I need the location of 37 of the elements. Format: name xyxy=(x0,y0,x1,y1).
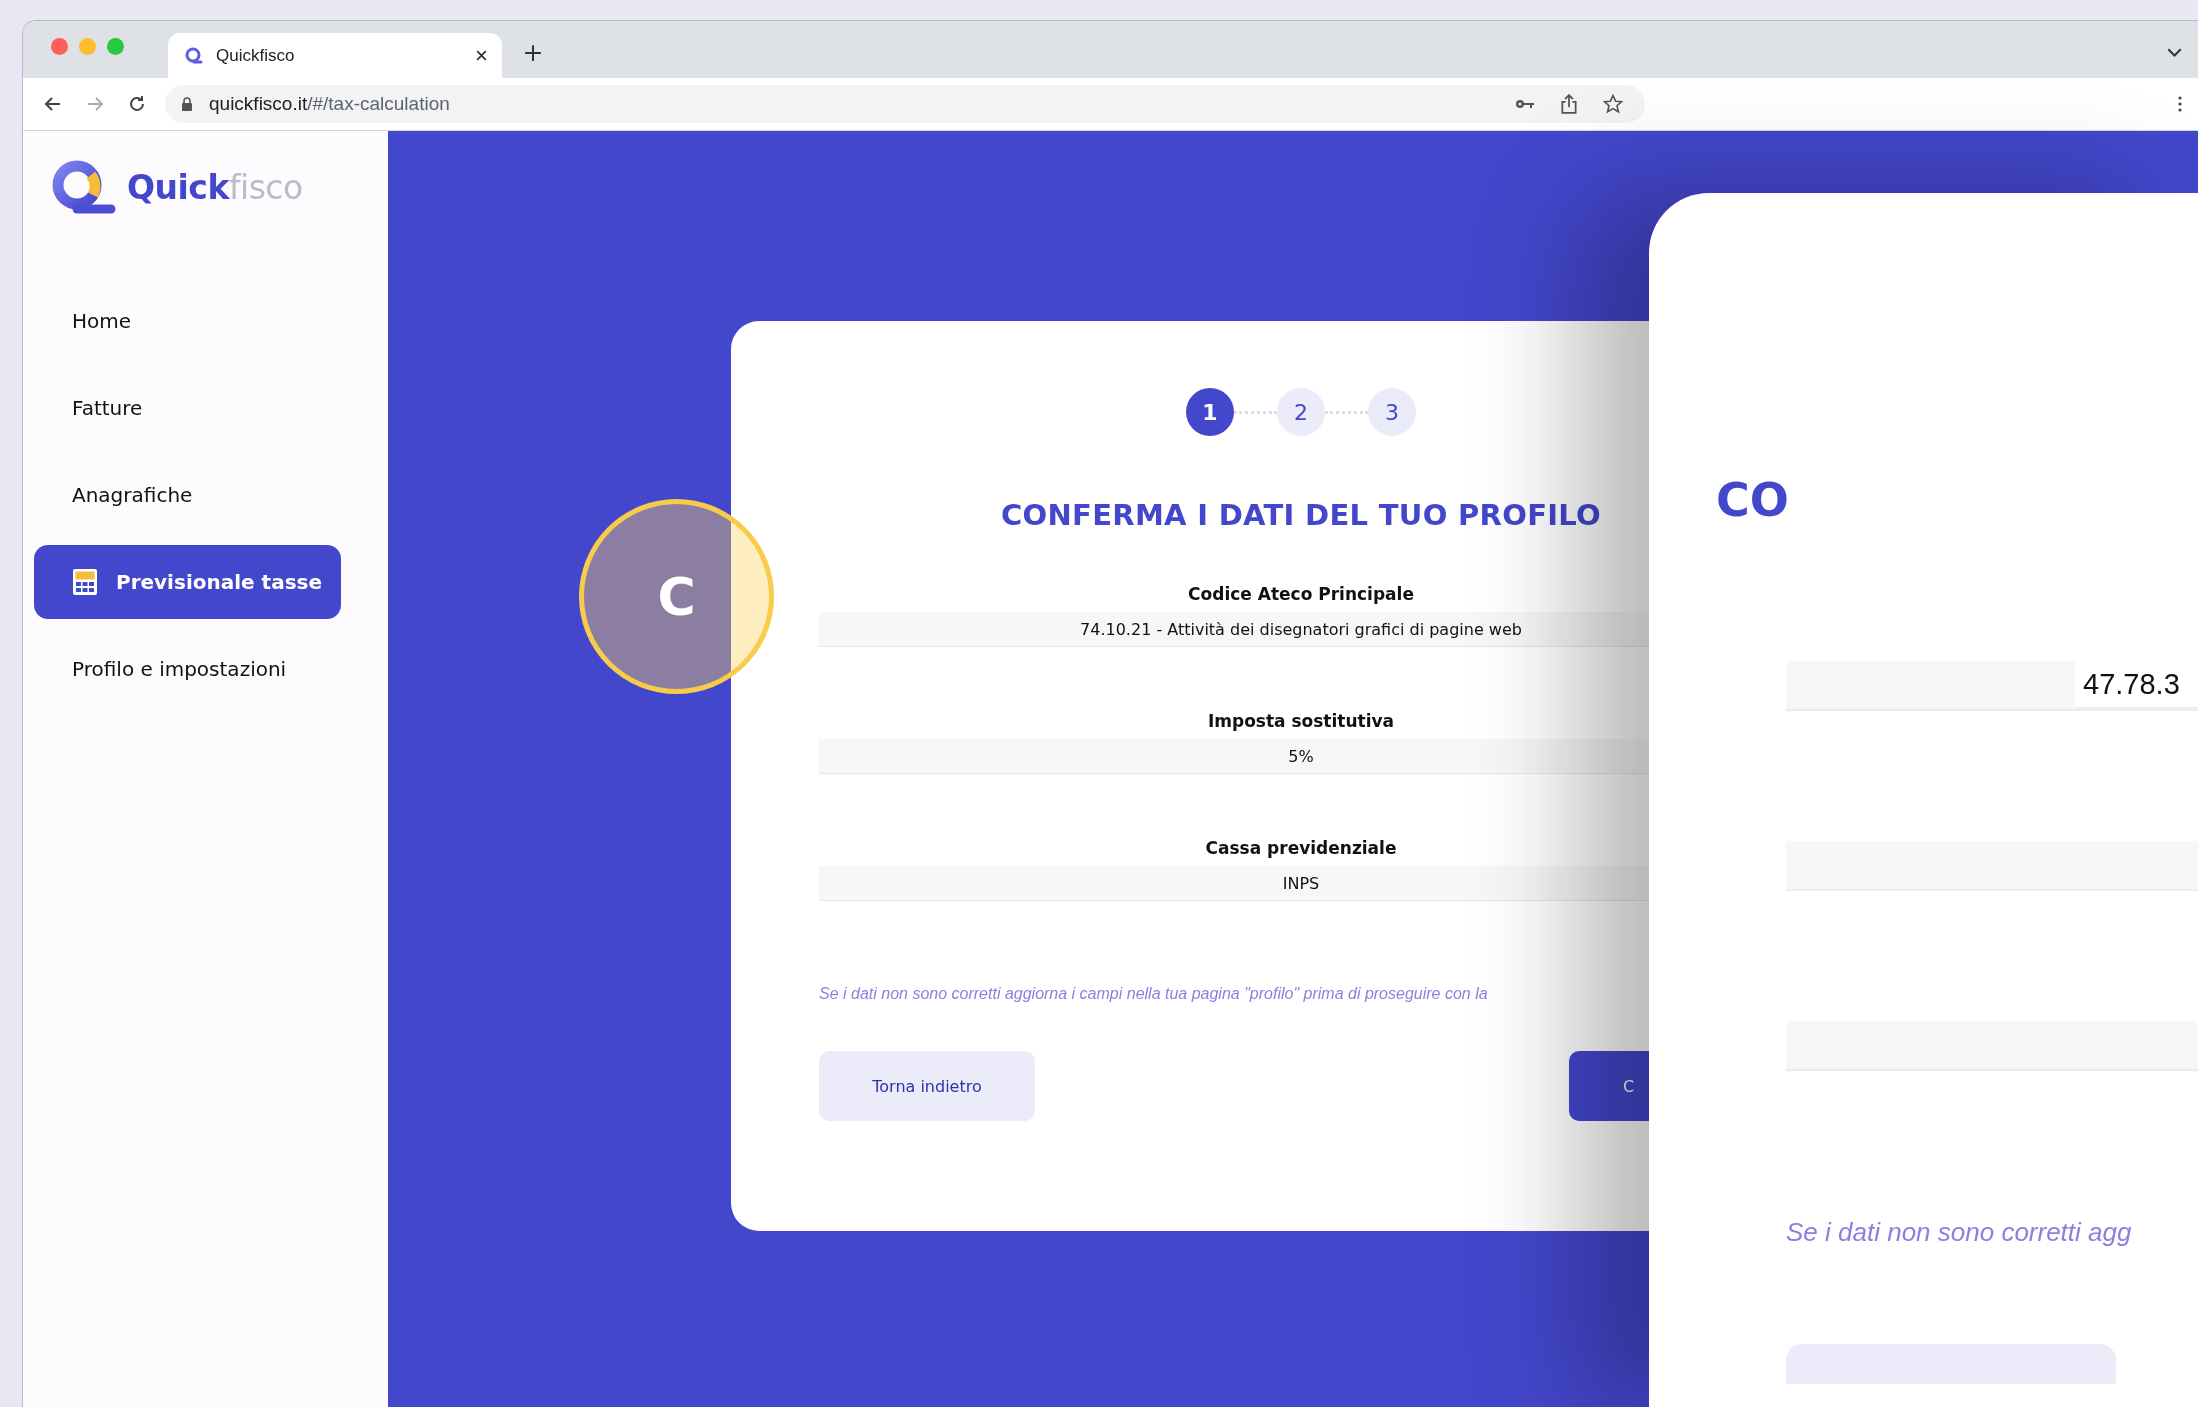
nav-item[interactable]: Fatture xyxy=(34,371,341,445)
step-indicator[interactable]: 2 xyxy=(1277,388,1325,436)
code-field[interactable]: 47.78.3 xyxy=(2075,661,2198,709)
back-button[interactable]: Torna indietro xyxy=(819,1051,1035,1121)
lock-icon xyxy=(181,97,193,111)
field-label: Codice Ateco Principale xyxy=(1188,584,1414,604)
star-icon[interactable] xyxy=(1603,94,1623,114)
field-label: Imposta sostitutiva xyxy=(1207,711,1395,731)
share-icon[interactable] xyxy=(1559,94,1579,114)
browser-tab[interactable]: Quickfisco xyxy=(168,33,502,78)
panel-title: CO xyxy=(1716,477,1790,523)
url-text: quickfisco.it/#/tax-calculation xyxy=(209,93,450,115)
calculator-icon xyxy=(72,568,98,596)
nav-item[interactable]: Profilo e impostazioni xyxy=(34,632,341,706)
field-value: 5% xyxy=(1288,746,1314,766)
field-value: 74.10.21 - Attività dei disegnatori grafici di pagine web xyxy=(1080,619,1522,639)
field-value: INPS xyxy=(1282,873,1320,893)
close-icon[interactable] xyxy=(475,49,488,62)
field-label: Cassa previdenziale xyxy=(1205,838,1397,858)
logo-icon xyxy=(51,159,117,215)
plus-icon[interactable] xyxy=(524,43,542,62)
q-logo-icon xyxy=(184,45,204,66)
tab-title: Quickfisco xyxy=(216,45,296,66)
step-indicator[interactable]: 3 xyxy=(1368,388,1416,436)
chevron-down-icon[interactable] xyxy=(2167,47,2182,58)
step-indicator[interactable]: 1 xyxy=(1186,388,1234,436)
card-title: CONFERMA I DATI DEL TUO PROFILO xyxy=(1000,498,1602,532)
confirm-button[interactable]: C xyxy=(1569,1051,1649,1121)
more-icon[interactable] xyxy=(2178,96,2182,112)
nav-item[interactable]: Home xyxy=(34,284,341,358)
logo-text: Quickfisco xyxy=(127,167,303,207)
nav-item[interactable]: Anagrafiche xyxy=(34,458,341,532)
hint-text: Se i dati non sono corretti aggiorna i campi nella tua pagina "profilo" prima di proseguire con la xyxy=(819,985,1489,1003)
nav-item[interactable]: Previsionale tasse xyxy=(34,545,341,619)
hint-text: Se i dati non sono corretti agg xyxy=(1786,1217,2133,1248)
address-field[interactable]: quickfisco.it/#/tax-calculation xyxy=(165,85,1645,123)
reload-icon[interactable] xyxy=(127,94,147,114)
